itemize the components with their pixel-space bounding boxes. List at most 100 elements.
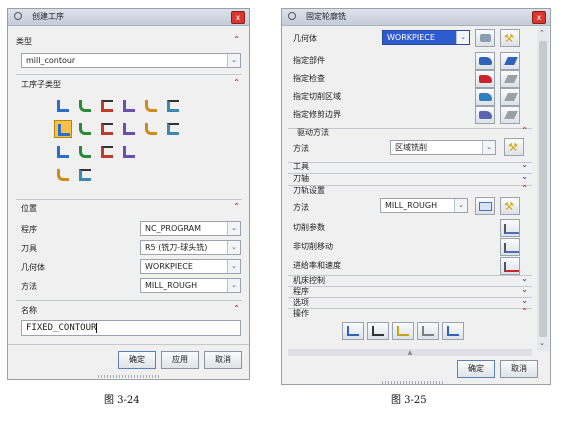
solid-profile-3d-icon[interactable] [120, 120, 138, 138]
flowcut-ref-tool-icon[interactable] [98, 120, 116, 138]
contour-area-dir-steep-icon[interactable] [142, 97, 160, 115]
geometry-label: 几何体 [293, 34, 317, 43]
edit-drive-method-button[interactable]: ⚒ [504, 138, 524, 156]
actions-collapse-chevron-icon[interactable]: ⌃ [521, 307, 528, 316]
subtype-glyph [58, 124, 70, 136]
display-geometry-button[interactable] [500, 52, 520, 70]
type-select-value: mill_contour [26, 56, 76, 65]
display-geometry-button[interactable] [500, 88, 520, 106]
subtype-glyph [123, 146, 135, 158]
contour-text-icon[interactable] [120, 143, 138, 161]
new-geometry-button[interactable] [475, 29, 495, 47]
dialog-title: 创建工序 [32, 12, 64, 21]
name-collapse-chevron-icon[interactable]: ⌃ [233, 304, 240, 313]
scrollbar-thumb[interactable] [539, 41, 547, 337]
location-row-select[interactable]: MILL_ROUGH ⌄ [140, 278, 241, 293]
cancel-button[interactable]: 取消 [204, 351, 242, 369]
geometry-select[interactable]: WORKPIECE ⌄ [382, 30, 470, 45]
type-collapse-chevron-icon[interactable]: ⌃ [233, 35, 240, 44]
verify-button[interactable] [392, 322, 414, 340]
geometry-row-label: 指定修剪边界 [293, 110, 341, 119]
fixed-contour-icon[interactable] [76, 120, 94, 138]
new-method-button[interactable] [475, 197, 495, 215]
contour-area-icon[interactable] [98, 97, 116, 115]
select-geometry-button[interactable] [475, 88, 495, 106]
create-operation-dialog: 创建工序 x 类型 ⌃ mill_contour ⌄ 工序子类型 ⌃ 位置 ⌃ … [7, 8, 250, 380]
generic-motion-icon[interactable] [54, 166, 72, 184]
path-row-button[interactable] [500, 257, 520, 275]
resize-grip[interactable] [382, 381, 444, 384]
location-row-select[interactable]: R5 (铣刀-球头铣) ⌄ [140, 240, 241, 255]
display-geometry-button[interactable] [500, 106, 520, 124]
drive-method-label: 方法 [293, 144, 309, 153]
ok-button[interactable]: 确定 [457, 360, 495, 378]
program-expand-chevron-icon[interactable]: ⌄ [521, 285, 528, 294]
tool-expand-chevron-icon[interactable]: ⌄ [521, 160, 528, 169]
close-button[interactable]: x [532, 11, 546, 24]
path-settings-section: 刀轨设置 [293, 186, 325, 195]
subtype-collapse-chevron-icon[interactable]: ⌃ [233, 78, 240, 87]
flowcut-single-icon[interactable] [164, 97, 182, 115]
cancel-button[interactable]: 取消 [500, 360, 538, 378]
apply-button[interactable]: 应用 [161, 351, 199, 369]
list-button[interactable] [417, 322, 439, 340]
postprocess-button[interactable] [442, 322, 464, 340]
list-icon [422, 326, 434, 336]
geometry-row-label: 指定切削区域 [293, 92, 341, 101]
contour-area-non-steep-icon[interactable] [120, 97, 138, 115]
scroll-down-icon[interactable]: ⌄ [539, 339, 545, 347]
location-row-select[interactable]: WORKPIECE ⌄ [140, 259, 241, 274]
path-method-select[interactable]: MILL_ROUGH ⌄ [380, 198, 468, 213]
flowcut-multi-icon[interactable] [54, 120, 72, 138]
fixed-contour-titlebar[interactable]: 固定轮廓铣 x [282, 9, 550, 26]
subtype-glyph [57, 169, 69, 181]
path-row-button[interactable] [500, 219, 520, 237]
path-row-button[interactable] [500, 238, 520, 256]
location-row-value: NC_PROGRAM [145, 224, 202, 233]
chevron-down-icon: ⌄ [227, 54, 240, 67]
replay-button[interactable] [367, 322, 389, 340]
expand-bar[interactable]: ▲ [288, 349, 532, 356]
wrench-icon: ⚒ [504, 32, 514, 45]
machine-expand-chevron-icon[interactable]: ⌄ [521, 274, 528, 283]
type-select[interactable]: mill_contour ⌄ [21, 53, 241, 68]
figure-caption-right: 图 3-25 [391, 395, 427, 406]
rough-contour-icon[interactable] [98, 143, 116, 161]
subtype-glyph [57, 146, 69, 158]
drive-collapse-chevron-icon[interactable]: ⌃ [521, 126, 528, 135]
location-row-label: 程序 [21, 225, 37, 234]
display-geometry-button[interactable] [500, 70, 520, 88]
options-expand-chevron-icon[interactable]: ⌄ [521, 296, 528, 305]
path-collapse-chevron-icon[interactable]: ⌃ [521, 184, 528, 193]
streamline-icon[interactable] [142, 120, 160, 138]
location-row-value: MILL_ROUGH [145, 281, 198, 290]
new-geometry-icon [480, 34, 491, 42]
resize-grip[interactable] [98, 375, 160, 378]
select-geometry-button[interactable] [475, 106, 495, 124]
axis-expand-chevron-icon[interactable]: ⌄ [521, 172, 528, 181]
zlevel-corner-icon[interactable] [76, 97, 94, 115]
chevron-down-icon: ⌄ [454, 199, 467, 212]
profile-3d-icon[interactable] [54, 143, 72, 161]
create-operation-titlebar[interactable]: 创建工序 x [8, 9, 249, 26]
select-geometry-button[interactable] [475, 70, 495, 88]
geometry-shape-icon [479, 75, 492, 83]
drive-method-select[interactable]: 区域铣削 ⌄ [390, 140, 496, 155]
location-collapse-chevron-icon[interactable]: ⌃ [233, 202, 240, 211]
vertical-scrollbar[interactable]: ⌃ ⌄ [537, 27, 549, 351]
figure-caption-left: 图 3-24 [104, 395, 140, 406]
zlevel-profile-icon[interactable] [54, 97, 72, 115]
generate-button[interactable] [342, 322, 364, 340]
zlevel-profile-steep-icon[interactable] [164, 120, 182, 138]
close-button[interactable]: x [231, 11, 245, 24]
scroll-up-icon[interactable]: ⌃ [539, 29, 545, 37]
edit-method-button[interactable]: ⚒ [500, 197, 520, 215]
flowcut-smooth-icon[interactable] [76, 143, 94, 161]
location-row-select[interactable]: NC_PROGRAM ⌄ [140, 221, 241, 236]
operation-name-input[interactable]: FIXED_CONTOUR [21, 320, 241, 336]
machine-control-section: 机床控制 [293, 276, 325, 285]
ok-button[interactable]: 确定 [118, 351, 156, 369]
mill-user-icon[interactable] [76, 166, 94, 184]
select-geometry-button[interactable] [475, 52, 495, 70]
edit-geometry-button[interactable]: ⚒ [500, 29, 520, 47]
